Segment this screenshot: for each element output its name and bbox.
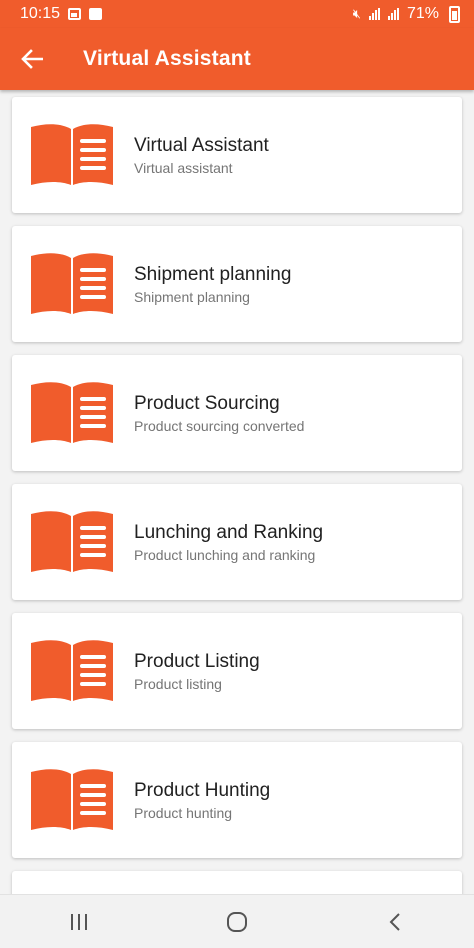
page-title: Virtual Assistant [83, 47, 251, 70]
battery-icon [449, 5, 460, 23]
list-item-text: Virtual Assistant Virtual assistant [134, 134, 269, 177]
list-item-product-listing[interactable]: Product Listing Product listing [12, 613, 462, 729]
list-item-virtual-assistant[interactable]: Virtual Assistant Virtual assistant [12, 97, 462, 213]
status-left: 10:15 [20, 5, 103, 23]
list-item-subtitle: Product listing [134, 675, 222, 692]
back-button[interactable] [0, 28, 64, 90]
open-book-icon [31, 382, 113, 443]
open-book-icon [31, 253, 113, 314]
list-item-subtitle: Product hunting [134, 804, 233, 821]
status-right: 🔇︎ 71% [353, 5, 460, 23]
assistant-list: Virtual Assistant Virtual assistant Ship… [0, 94, 474, 894]
list-item-title: Shipment planning [134, 263, 292, 285]
list-item-title: Product Listing [134, 650, 260, 672]
list-item-subtitle: Shipment planning [134, 288, 250, 305]
list-item-shipment-planning[interactable]: Shipment planning Shipment planning [12, 226, 462, 342]
list-item-text: Lunching and Ranking Product lunching an… [134, 521, 323, 564]
open-book-icon [31, 511, 113, 572]
message-notification-icon [89, 8, 103, 20]
open-book-icon [31, 124, 113, 185]
list-item-text: Shipment planning Shipment planning [134, 263, 291, 306]
list-item-product-hunting[interactable]: Product Hunting Product hunting [12, 742, 462, 858]
list-item-lunching-and-ranking[interactable]: Lunching and Ranking Product lunching an… [12, 484, 462, 600]
app-bar: Virtual Assistant [0, 28, 474, 90]
list-item-subtitle: Virtual assistant [134, 159, 233, 176]
list-item-text: Product Listing Product listing [134, 650, 260, 693]
nav-back-button[interactable] [355, 895, 435, 948]
home-button[interactable] [197, 895, 277, 948]
list-item-text: Product Sourcing Product sourcing conver… [134, 392, 304, 435]
list-item-product-sourcing[interactable]: Product Sourcing Product sourcing conver… [12, 355, 462, 471]
open-book-icon [31, 640, 113, 701]
status-time: 10:15 [20, 5, 61, 22]
list-item-subtitle: Product sourcing converted [134, 417, 305, 434]
system-nav-bar [0, 894, 474, 948]
arrow-left-icon [21, 49, 43, 69]
mute-icon: 🔇︎ [352, 6, 361, 21]
status-bar: 10:15 🔇︎ 71% [0, 0, 474, 28]
list-item-title: Lunching and Ranking [134, 521, 324, 543]
open-book-icon [31, 769, 113, 830]
recents-button[interactable] [39, 895, 119, 948]
home-icon [227, 911, 247, 932]
list-item-text: Product Hunting Product hunting [134, 779, 270, 822]
app-screen: 10:15 🔇︎ 71% Virtual Assistant Virtual A… [0, 0, 474, 948]
signal-icon-2 [387, 8, 399, 20]
battery-percent: 71% [406, 5, 439, 22]
list-item-subtitle: Product lunching and ranking [134, 546, 316, 563]
recents-icon [71, 913, 87, 930]
list-item-partial[interactable] [12, 871, 462, 894]
gallery-notification-icon [68, 8, 82, 20]
nav-back-icon [389, 912, 400, 931]
list-item-title: Product Hunting [134, 779, 271, 801]
list-item-title: Product Sourcing [134, 392, 280, 414]
signal-icon [368, 8, 380, 20]
list-item-title: Virtual Assistant [134, 134, 269, 156]
